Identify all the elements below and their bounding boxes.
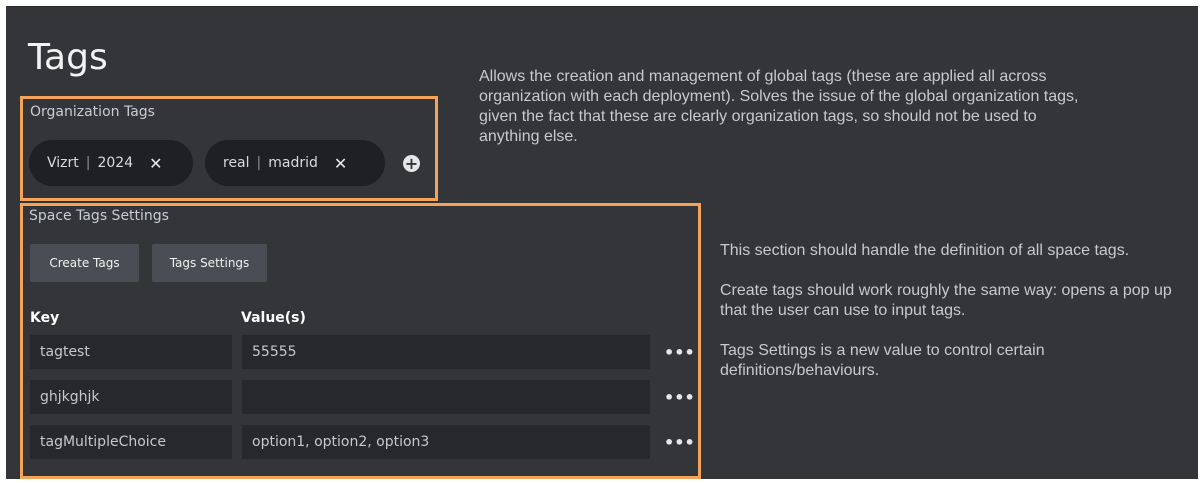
page-title: Tags [28,37,108,78]
remove-tag-icon[interactable]: ✕ [334,154,347,173]
tag-value-field[interactable]: option1, option2, option3 [242,425,650,459]
tag-key-field[interactable]: tagtest [30,335,232,369]
tag-value: madrid [268,155,318,171]
row-more-icon[interactable]: ••• [664,433,695,452]
add-tag-icon[interactable]: + [403,155,420,172]
tag-key-field[interactable]: tagMultipleChoice [30,425,232,459]
tag-value-field[interactable] [242,380,650,414]
tag-value-field[interactable]: 55555 [242,335,650,369]
space-description: This section should handle the definitio… [720,241,1175,381]
remove-tag-icon[interactable]: ✕ [149,154,162,173]
organization-description: Allows the creation and management of gl… [479,68,1079,145]
org-tag-chip[interactable]: Vizrt | 2024 ✕ [29,140,193,186]
tag-key-field[interactable]: ghjkghjk [30,380,232,414]
key-column-header: Key [30,310,60,326]
space-tags-label: Space Tags Settings [29,208,169,224]
org-tag-chip[interactable]: real | madrid ✕ [205,140,385,186]
space-description-paragraph: This section should handle the definitio… [720,242,1130,259]
tag-separator: | [85,155,91,171]
tags-settings-button[interactable]: Tags Settings [152,244,267,282]
tag-key: Vizrt [47,155,79,171]
tag-value: 2024 [97,155,134,171]
row-more-icon[interactable]: ••• [664,388,695,407]
value-column-header: Value(s) [241,310,306,326]
space-description-paragraph: Create tags should work roughly the same… [720,282,1172,319]
tag-separator: | [256,155,262,171]
row-more-icon[interactable]: ••• [664,343,695,362]
space-description-paragraph: Tags Settings is a new value to control … [720,342,1045,379]
organization-tags-label: Organization Tags [30,104,155,120]
tag-key: real [223,155,250,171]
create-tags-button[interactable]: Create Tags [30,244,139,282]
